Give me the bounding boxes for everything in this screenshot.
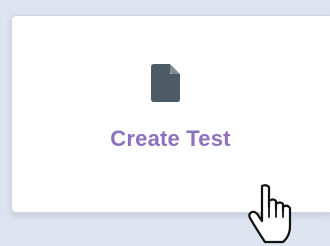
create-test-label: Create Test	[110, 126, 231, 151]
document-icon	[151, 64, 180, 102]
hand-pointer-icon	[248, 184, 292, 244]
